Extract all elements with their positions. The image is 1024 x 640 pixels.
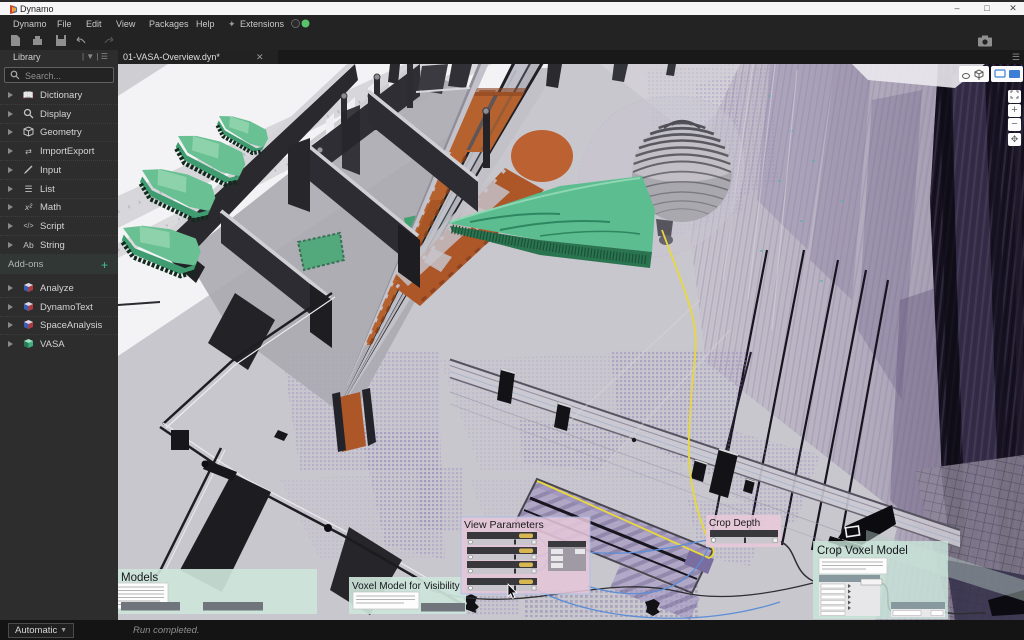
svg-text:View Parameters: View Parameters	[464, 519, 544, 531]
svg-text:Voxel Model for Visibility: Voxel Model for Visibility	[352, 581, 460, 592]
svg-text:Models: Models	[121, 572, 158, 584]
svg-text:Crop Depth: Crop Depth	[709, 518, 760, 529]
svg-text:Crop Voxel Model: Crop Voxel Model	[817, 545, 908, 557]
